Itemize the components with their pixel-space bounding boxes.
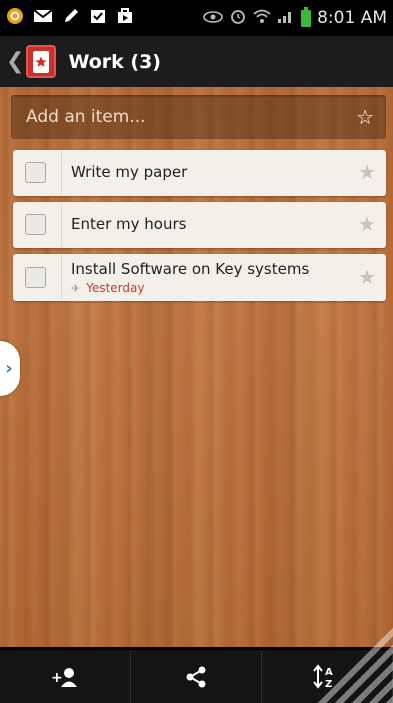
status-bar: 8:01 AM <box>0 0 393 36</box>
bottom-toolbar: + A Z <box>0 623 393 703</box>
back-chevron-icon[interactable]: ❮ <box>6 50 24 73</box>
task-icon <box>89 7 107 29</box>
task-due-label: Yesterday <box>86 281 145 295</box>
sidebar-toggle[interactable]: › <box>0 341 20 396</box>
svg-text:+: + <box>51 670 63 686</box>
wifi-icon <box>253 8 271 28</box>
task-due: ✈ Yesterday <box>71 281 144 295</box>
share-icon <box>186 666 206 687</box>
add-user-button[interactable]: + <box>0 650 131 703</box>
list-title: Work (3) <box>68 50 161 73</box>
task-star-icon[interactable]: ★ <box>358 214 376 234</box>
alarm-icon <box>229 7 247 29</box>
signal-icon <box>277 8 295 28</box>
add-user-icon: + <box>51 667 77 687</box>
task-title: Install Software on Key systems <box>71 260 310 278</box>
sort-az-icon: A Z <box>313 663 333 690</box>
mail-icon <box>33 8 53 28</box>
task-row[interactable]: Write my paper ★ <box>13 150 386 196</box>
app-bar: ❮ Work (3) <box>0 36 393 87</box>
app-logo[interactable] <box>26 45 57 78</box>
task-checkbox[interactable] <box>25 267 46 288</box>
task-title: Write my paper <box>71 163 188 181</box>
battery-icon <box>301 6 312 27</box>
notification-icon <box>6 7 24 29</box>
pin-icon: ✈ <box>71 281 81 295</box>
add-item-star-icon[interactable]: ☆ <box>356 107 374 127</box>
eye-icon <box>203 9 223 28</box>
pencil-icon <box>62 7 80 29</box>
share-button[interactable] <box>131 650 262 703</box>
task-star-icon[interactable]: ★ <box>358 267 376 287</box>
svg-text:Z: Z <box>325 679 332 690</box>
add-item-bar[interactable]: ☆ <box>11 95 386 139</box>
status-time: 8:01 AM <box>317 8 387 28</box>
task-row[interactable]: Install Software on Key systems ✈ Yester… <box>13 254 386 301</box>
task-star-icon[interactable]: ★ <box>358 162 376 182</box>
task-row[interactable]: Enter my hours ★ <box>13 202 386 248</box>
task-list-area: ☆ Write my paper ★ Enter my hours ★ Inst… <box>0 87 393 647</box>
task-checkbox[interactable] <box>25 162 46 183</box>
sort-button[interactable]: A Z <box>262 650 393 703</box>
task-divider <box>61 254 62 301</box>
logo-star-icon <box>35 56 48 67</box>
task-divider <box>61 150 62 196</box>
task-title: Enter my hours <box>71 215 187 233</box>
chevron-right-icon: › <box>5 358 13 379</box>
bag-icon <box>116 7 134 29</box>
add-item-input[interactable] <box>24 106 357 128</box>
svg-text:A: A <box>325 667 333 678</box>
task-checkbox[interactable] <box>25 214 46 235</box>
task-divider <box>61 202 62 248</box>
